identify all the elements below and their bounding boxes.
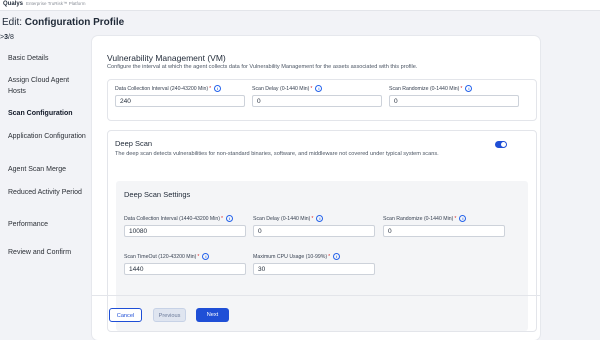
info-icon[interactable]: i	[214, 85, 222, 92]
deep-scan-title: Deep Scan	[115, 139, 153, 148]
vm-scan-delay-input[interactable]: 0	[252, 95, 382, 107]
info-icon[interactable]: i	[333, 253, 341, 260]
step-total: /8	[8, 34, 14, 41]
ds-cpu-usage-label: Maximum CPU Usage (10-99%)* i	[253, 253, 341, 260]
vm-scan-randomize-input[interactable]: 0	[389, 95, 519, 107]
sidebar-item-agent-scan-merge[interactable]: Agent Scan Merge	[8, 164, 88, 175]
sidebar-item-review-and-confirm[interactable]: Review and Confirm	[8, 247, 88, 258]
ds-scan-delay-label: Scan Delay (0-1440 Min)* i	[253, 215, 324, 222]
info-icon[interactable]: i	[465, 85, 473, 92]
ds-cpu-usage-input[interactable]: 30	[253, 263, 375, 275]
ds-timeout-input[interactable]: 1440	[124, 263, 246, 275]
ds-interval-label: Data Collection Interval (1440-43200 Min…	[124, 215, 234, 222]
vm-settings-panel: Data Collection Interval (240-43200 Min)…	[107, 79, 537, 121]
ds-timeout-label: Scan TimeOut (120-43200 Min)* i	[124, 253, 210, 260]
vm-scan-randomize-label: Scan Randomize (0-1440 Min)* i	[389, 85, 473, 92]
brand-logo[interactable]: Qualys Enterprise TruRisk™ Platform	[3, 1, 86, 7]
sidebar-item-performance[interactable]: Performance	[8, 219, 88, 230]
info-icon[interactable]: i	[316, 215, 324, 222]
brand-subtitle: Enterprise TruRisk™ Platform	[26, 1, 86, 6]
sidebar-item-assign-cloud-agent-hosts[interactable]: Assign Cloud Agent Hosts	[8, 75, 88, 97]
sidebar-item-basic-details[interactable]: Basic Details	[8, 53, 88, 64]
top-bar: Qualys Enterprise TruRisk™ Platform	[0, 0, 600, 11]
vm-scan-delay-label: Scan Delay (0-1440 Min)* i	[252, 85, 323, 92]
deep-scan-description: The deep scan detects vulnerabilities fo…	[115, 151, 439, 157]
vm-section-description: Configure the interval at which the agen…	[107, 64, 418, 70]
info-icon[interactable]: i	[315, 85, 323, 92]
next-button[interactable]: Next	[196, 308, 229, 322]
deep-scan-panel: Deep Scan The deep scan detects vulnerab…	[107, 130, 537, 332]
vm-section-title: Vulnerability Management (VM)	[107, 53, 226, 63]
main-card: Vulnerability Management (VM) Configure …	[92, 36, 540, 340]
page-title: Edit: Configuration Profile	[2, 17, 124, 28]
footer-divider	[92, 295, 540, 296]
vm-interval-label: Data Collection Interval (240-43200 Min)…	[115, 85, 222, 92]
sidebar-item-scan-configuration[interactable]: Scan Configuration	[8, 108, 88, 119]
toggle-knob	[501, 142, 506, 147]
ds-scan-randomize-input[interactable]: 0	[383, 225, 505, 237]
ds-scan-randomize-label: Scan Randomize (0-1440 Min)* i	[383, 215, 467, 222]
info-icon[interactable]: i	[226, 215, 234, 222]
edit-prefix: Edit:	[2, 17, 23, 28]
previous-button[interactable]: Previous	[153, 308, 186, 322]
vm-interval-input[interactable]: 240	[115, 95, 245, 107]
info-icon[interactable]: i	[459, 215, 467, 222]
ds-interval-input[interactable]: 10080	[124, 225, 246, 237]
sidebar-item-application-configuration[interactable]: Application Configuration	[8, 131, 88, 142]
ds-scan-delay-input[interactable]: 0	[253, 225, 375, 237]
deep-scan-toggle[interactable]	[495, 141, 507, 148]
info-icon[interactable]: i	[202, 253, 210, 260]
deep-scan-settings-title: Deep Scan Settings	[124, 190, 191, 199]
sidebar-item-reduced-activity-period[interactable]: Reduced Activity Period	[8, 187, 88, 198]
profile-type-title: Configuration Profile	[24, 17, 125, 28]
cancel-button[interactable]: Cancel	[109, 308, 142, 322]
step-indicator: >3/8	[0, 34, 14, 41]
